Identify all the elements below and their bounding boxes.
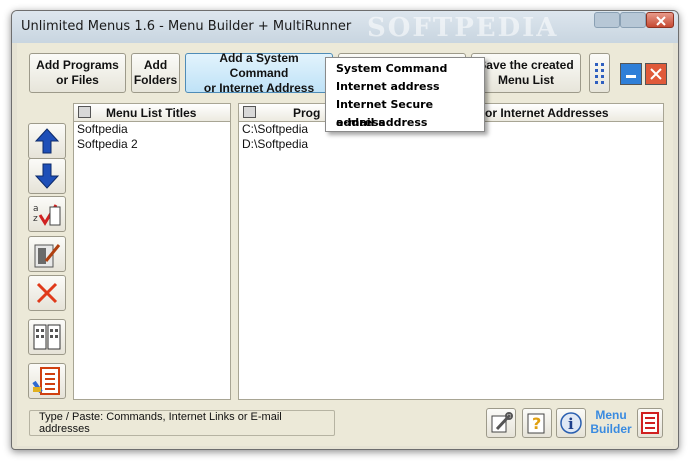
- system-command-menu: System Command Internet address Internet…: [325, 57, 485, 132]
- delete-icon: [36, 282, 58, 304]
- columns-icon: [33, 324, 61, 350]
- delete-button[interactable]: [28, 275, 66, 311]
- svg-text:i: i: [568, 415, 574, 433]
- close-button[interactable]: [646, 12, 674, 28]
- window-icon: [626, 75, 636, 78]
- list-item[interactable]: D:\Softpedia: [239, 137, 663, 152]
- menu-list-titles-label: Menu List Titles: [106, 106, 197, 120]
- sort-icon: a z: [33, 204, 61, 226]
- close-icon: [656, 16, 666, 26]
- add-programs-button[interactable]: Add Programs or Files: [29, 53, 126, 93]
- svg-text:a: a: [33, 204, 39, 214]
- command-input-status[interactable]: Type / Paste: Commands, Internet Links o…: [29, 410, 335, 436]
- blue-settings-button[interactable]: [620, 63, 642, 85]
- menu-builder-link[interactable]: Menu Builder: [589, 408, 633, 436]
- exit-button[interactable]: [645, 63, 667, 85]
- add-folders-button[interactable]: Add Folders: [131, 53, 180, 93]
- add-system-command-button[interactable]: Add a System Command or Internet Address: [185, 51, 333, 95]
- menu-builder-button[interactable]: [637, 408, 663, 438]
- window-title: Unlimited Menus 1.6 - Menu Builder + Mul…: [21, 19, 352, 34]
- column-header-icon: [78, 106, 91, 118]
- maximize-button[interactable]: [620, 12, 646, 28]
- menu-item-email-address[interactable]: e-mail address: [326, 114, 484, 132]
- svg-text:?: ?: [532, 414, 541, 433]
- grid-dots-icon: [594, 63, 604, 84]
- status-text: Type / Paste: Commands, Internet Links o…: [39, 411, 282, 435]
- menu-list-button[interactable]: [28, 363, 66, 399]
- programs-header-left-label: Prog: [293, 106, 321, 120]
- programs-panel[interactable]: Prog or Internet Addresses C:\Softpedia …: [238, 103, 664, 400]
- column-header-icon: [243, 106, 256, 118]
- menu-item-system-command[interactable]: System Command: [326, 60, 484, 78]
- programs-header-right-label: or Internet Addresses: [485, 106, 609, 120]
- sort-button[interactable]: a z: [28, 196, 66, 232]
- menu-list-titles-header[interactable]: Menu List Titles: [74, 104, 230, 122]
- grid-view-button[interactable]: [589, 53, 610, 93]
- info-button[interactable]: i: [556, 408, 586, 438]
- help-icon: ?: [527, 413, 545, 434]
- softpedia-watermark: SOFTPEDIA: [367, 13, 559, 43]
- menu-builder-icon: [641, 412, 659, 434]
- svg-text:z: z: [33, 214, 38, 224]
- move-up-button[interactable]: [28, 123, 66, 159]
- menu-list-icon: [32, 367, 60, 395]
- menu-item-internet-secure-address[interactable]: Internet Secure address: [326, 96, 484, 129]
- help-button[interactable]: ?: [522, 408, 552, 438]
- list-item[interactable]: Softpedia: [74, 122, 230, 137]
- info-icon: i: [560, 412, 582, 434]
- app-window: Unlimited Menus 1.6 - Menu Builder + Mul…: [11, 10, 679, 450]
- main-content: Add Programs or Files Add Folders Add a …: [17, 43, 673, 446]
- save-menu-list-button[interactable]: Save the created Menu List: [471, 53, 581, 93]
- move-up-arrow-icon: [34, 128, 60, 154]
- wrench-button[interactable]: [486, 408, 516, 438]
- move-down-arrow-icon: [34, 163, 60, 189]
- title-bar[interactable]: Unlimited Menus 1.6 - Menu Builder + Mul…: [12, 11, 678, 43]
- list-item[interactable]: Softpedia 2: [74, 137, 230, 152]
- move-down-button[interactable]: [28, 158, 66, 194]
- menu-item-internet-address[interactable]: Internet address: [326, 78, 484, 96]
- close-x-icon: [650, 68, 662, 80]
- minimize-button[interactable]: [594, 12, 620, 28]
- wrench-icon: [491, 412, 513, 433]
- columns-button[interactable]: [28, 319, 66, 355]
- edit-icon: [34, 244, 61, 268]
- edit-button[interactable]: [28, 236, 66, 272]
- menu-list-titles-panel[interactable]: Menu List Titles Softpedia Softpedia 2: [73, 103, 231, 400]
